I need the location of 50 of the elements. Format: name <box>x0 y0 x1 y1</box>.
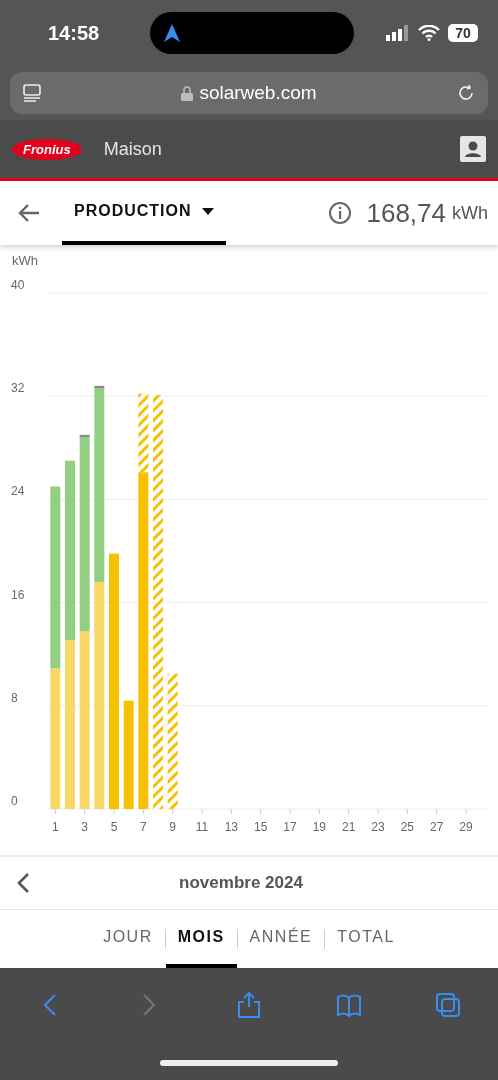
tick-label: 8 <box>11 690 18 705</box>
tick-label: 17 <box>283 820 297 834</box>
previous-icon[interactable] <box>16 872 30 894</box>
location-arrow-icon <box>164 24 180 42</box>
total-value: 168,74 <box>366 197 446 229</box>
tick-label: 16 <box>11 587 25 602</box>
tick-label: 23 <box>371 820 385 834</box>
page-menu-icon[interactable] <box>22 83 42 103</box>
tick-label: 19 <box>312 820 326 834</box>
clock: 14:58 <box>48 21 101 45</box>
wifi-icon <box>418 25 440 41</box>
brand-logo: Fronius <box>12 138 82 160</box>
tick-label: 9 <box>169 820 176 834</box>
user-icon[interactable] <box>460 136 486 162</box>
tick-label: 15 <box>254 820 268 834</box>
total-unit: kWh <box>452 202 488 224</box>
period-tab[interactable]: TOTAL <box>325 910 407 968</box>
share-icon <box>236 991 262 1019</box>
tick-label: 32 <box>11 381 25 396</box>
tick-label: 13 <box>224 820 238 834</box>
tick-label: 25 <box>400 820 414 834</box>
site-title: Maison <box>103 138 163 160</box>
tick-label: 40 <box>11 278 25 292</box>
period-tab[interactable]: ANNÉE <box>237 910 325 968</box>
tick-label: 24 <box>11 484 25 499</box>
toolbar-button[interactable] <box>236 991 262 1019</box>
back-arrow-icon[interactable] <box>18 203 40 223</box>
tick-label: 7 <box>140 820 147 834</box>
tick-label: 5 <box>110 820 118 834</box>
battery-level: 70 <box>448 24 478 42</box>
reload-icon[interactable] <box>456 83 476 103</box>
tick-label: 3 <box>81 820 88 834</box>
tick-label: 29 <box>459 820 473 834</box>
tick-label: 21 <box>342 820 356 834</box>
tick-label: 27 <box>430 820 444 834</box>
period-tab[interactable]: JOUR <box>91 910 165 968</box>
toolbar-button[interactable] <box>435 991 462 1019</box>
axis-unit: kWh <box>12 253 38 268</box>
signal-icon <box>386 25 410 41</box>
lock-icon <box>181 85 194 101</box>
tabs-icon <box>435 991 462 1019</box>
info-icon[interactable] <box>328 201 353 225</box>
tick-label: 1 <box>52 820 59 834</box>
address-bar[interactable]: solarweb.com <box>10 72 488 114</box>
tick-label: 0 <box>11 794 18 808</box>
view-dropdown[interactable]: PRODUCTION <box>62 181 226 245</box>
caret-icon <box>201 207 214 215</box>
period-label: novembre 2024 <box>178 873 304 893</box>
tick-label: 11 <box>195 820 209 834</box>
url-text: solarweb.com <box>199 82 317 104</box>
